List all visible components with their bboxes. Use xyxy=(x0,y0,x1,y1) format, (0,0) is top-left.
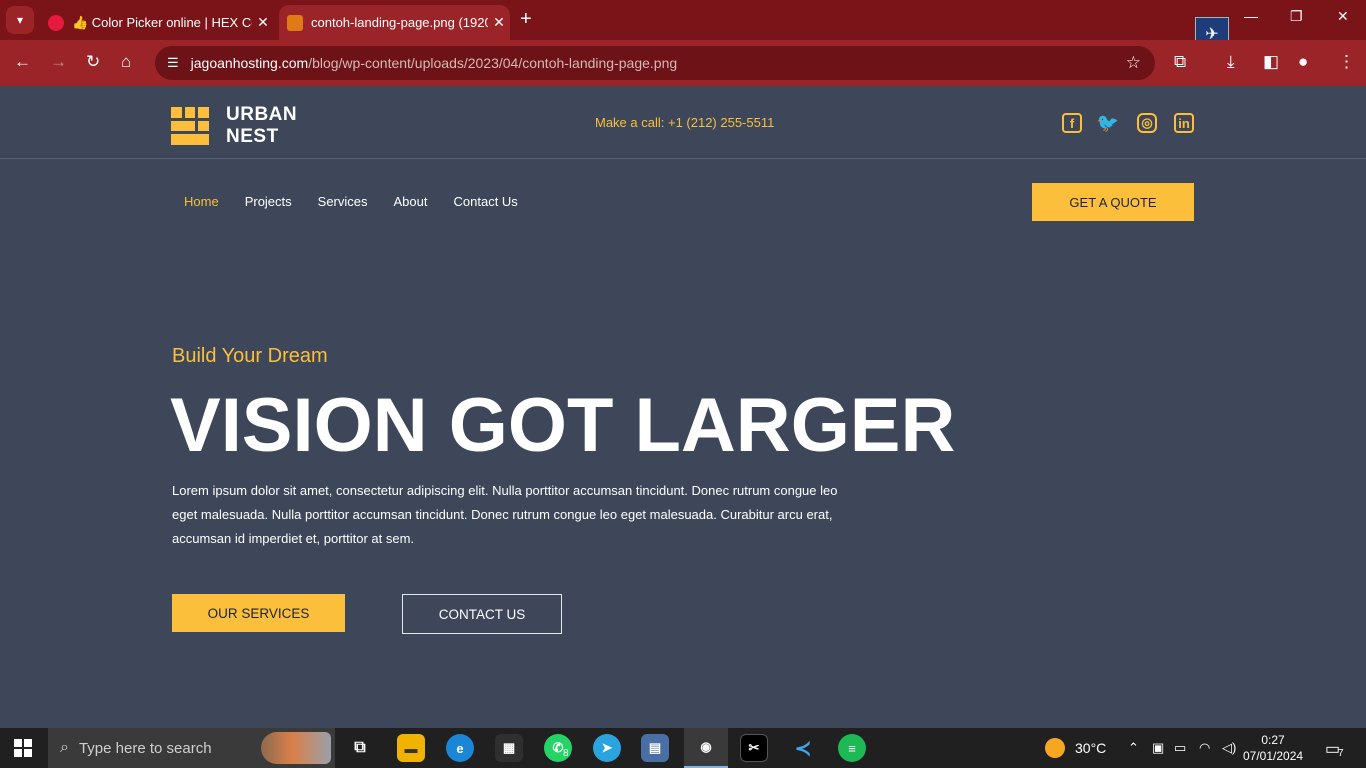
nav-projects[interactable]: Projects xyxy=(245,194,292,209)
file-explorer-icon[interactable]: ▬ xyxy=(397,734,425,762)
reload-button[interactable]: ↻ xyxy=(86,52,100,72)
close-tab-icon[interactable]: ✕ xyxy=(488,14,510,31)
site-top-bar: URBAN NEST Make a call: +1 (212) 255-551… xyxy=(0,86,1366,159)
landing-page: URBAN NEST Make a call: +1 (212) 255-551… xyxy=(0,86,1366,728)
new-tab-button[interactable]: + xyxy=(520,8,532,31)
tab-search-button[interactable]: ▾ xyxy=(6,6,34,34)
download-icon[interactable]: ⤓ xyxy=(1227,52,1235,72)
edge-icon[interactable]: e xyxy=(446,734,474,762)
forward-button[interactable]: → xyxy=(50,52,67,72)
weather-temperature: 30°C xyxy=(1075,740,1107,756)
weather-widget[interactable]: 30°C xyxy=(1045,738,1106,758)
chrome-icon[interactable]: ◉ xyxy=(684,728,728,768)
menu-icon[interactable]: ⋮ xyxy=(1338,52,1355,72)
linkedin-icon[interactable]: in xyxy=(1174,113,1194,133)
telegram-icon[interactable]: ➤ xyxy=(593,734,621,762)
hero-eyebrow: Build Your Dream xyxy=(172,345,328,367)
taskbar-search[interactable]: ⌕ Type here to search xyxy=(48,728,335,768)
nav-home[interactable]: Home xyxy=(184,194,219,209)
extensions-icon[interactable]: ⧉ xyxy=(1174,52,1186,72)
capcut-icon[interactable]: ✂ xyxy=(740,734,768,762)
brick-logo-icon xyxy=(171,107,209,145)
clock-time: 0:27 xyxy=(1261,733,1285,747)
color-picker-favicon-icon xyxy=(48,14,64,31)
tab-title: contoh-landing-page.png (1920 xyxy=(311,15,488,30)
battery-icon[interactable]: ▭ xyxy=(1174,740,1186,756)
site-logo[interactable]: URBAN NEST xyxy=(171,104,297,148)
our-services-button[interactable]: OUR SERVICES xyxy=(172,594,345,632)
close-tab-icon[interactable]: ✕ xyxy=(252,14,274,31)
url-path: /blog/wp-content/uploads/2023/04/contoh-… xyxy=(308,55,678,71)
instagram-icon[interactable]: ◎ xyxy=(1137,113,1157,133)
search-icon: ⌕ xyxy=(60,739,69,756)
volume-icon[interactable]: ◁) xyxy=(1222,740,1236,756)
nav-about[interactable]: About xyxy=(394,194,428,209)
hero-description: Lorem ipsum dolor sit amet, consectetur … xyxy=(172,483,838,546)
call-info: Make a call: +1 (212) 255-5511 xyxy=(595,115,775,130)
windows-taskbar: ⌕ Type here to search ⧉ ▬ e ▦ ✆ 8 ➤ ▤ ◉ … xyxy=(0,728,1366,768)
tab-color-picker[interactable]: 👍 Color Picker online | HEX Co ✕ xyxy=(42,5,274,40)
tab-landing-page[interactable]: contoh-landing-page.png (1920 ✕ xyxy=(279,5,510,40)
search-highlight-image xyxy=(261,732,331,764)
minimize-button[interactable]: — xyxy=(1244,8,1258,24)
network-tool-icon[interactable]: ▤ xyxy=(641,734,669,762)
home-button[interactable]: ⌂ xyxy=(121,52,131,72)
twitter-icon[interactable]: 🐦 xyxy=(1097,113,1119,133)
profile-icon[interactable]: ● xyxy=(1298,52,1308,72)
bookmark-star-icon[interactable]: ☆ xyxy=(1126,53,1141,73)
weather-sun-icon xyxy=(1045,738,1065,758)
search-placeholder: Type here to search xyxy=(78,739,212,757)
nav-contact-us[interactable]: Contact Us xyxy=(454,194,518,209)
spotify-icon[interactable]: ≡ xyxy=(838,734,866,762)
tab-title: 👍 Color Picker online | HEX Co xyxy=(72,14,252,30)
get-a-quote-button[interactable]: GET A QUOTE xyxy=(1032,183,1194,221)
address-bar[interactable]: ☰ jagoanhosting.com /blog/wp-content/upl… xyxy=(155,46,1155,80)
contact-us-button[interactable]: CONTACT US xyxy=(402,594,562,634)
back-button[interactable]: ← xyxy=(14,52,31,72)
windows-start-icon[interactable] xyxy=(14,739,32,757)
restore-button[interactable]: ❐ xyxy=(1290,8,1303,25)
hero-headline: VISION GOT LARGER xyxy=(170,383,956,468)
microsoft-store-icon[interactable]: ▦ xyxy=(495,734,523,762)
system-clock[interactable]: 0:27 07/01/2024 xyxy=(1243,732,1303,764)
browser-toolbar: ← → ↻ ⌂ ☰ jagoanhosting.com /blog/wp-con… xyxy=(0,40,1366,86)
main-nav: Home Projects Services About Contact Us xyxy=(171,194,531,209)
show-hidden-icons[interactable]: ⌃ xyxy=(1128,740,1139,756)
browser-tab-bar: ▾ 👍 Color Picker online | HEX Co ✕ conto… xyxy=(0,0,1366,40)
brand-name: URBAN NEST xyxy=(226,104,297,148)
clock-date: 07/01/2024 xyxy=(1243,749,1304,763)
vscode-icon[interactable]: ≺ xyxy=(789,734,817,762)
wifi-icon[interactable]: ◠ xyxy=(1199,740,1210,756)
whatsapp-badge: 8 xyxy=(563,748,569,759)
brand-line-2: NEST xyxy=(226,126,279,147)
jagoanhosting-favicon-icon xyxy=(287,14,303,31)
task-view-icon[interactable]: ⧉ xyxy=(346,734,374,762)
brand-line-1: URBAN xyxy=(226,104,298,125)
nav-services[interactable]: Services xyxy=(318,194,368,209)
meet-now-icon[interactable]: ▣ xyxy=(1152,740,1164,756)
side-panel-icon[interactable]: ◧ xyxy=(1263,52,1279,72)
close-window-button[interactable]: ✕ xyxy=(1337,8,1349,25)
notification-count: 7 xyxy=(1338,748,1344,759)
site-info-icon[interactable]: ☰ xyxy=(167,55,179,71)
facebook-icon[interactable]: f xyxy=(1062,113,1082,133)
url-host: jagoanhosting.com xyxy=(190,55,309,71)
